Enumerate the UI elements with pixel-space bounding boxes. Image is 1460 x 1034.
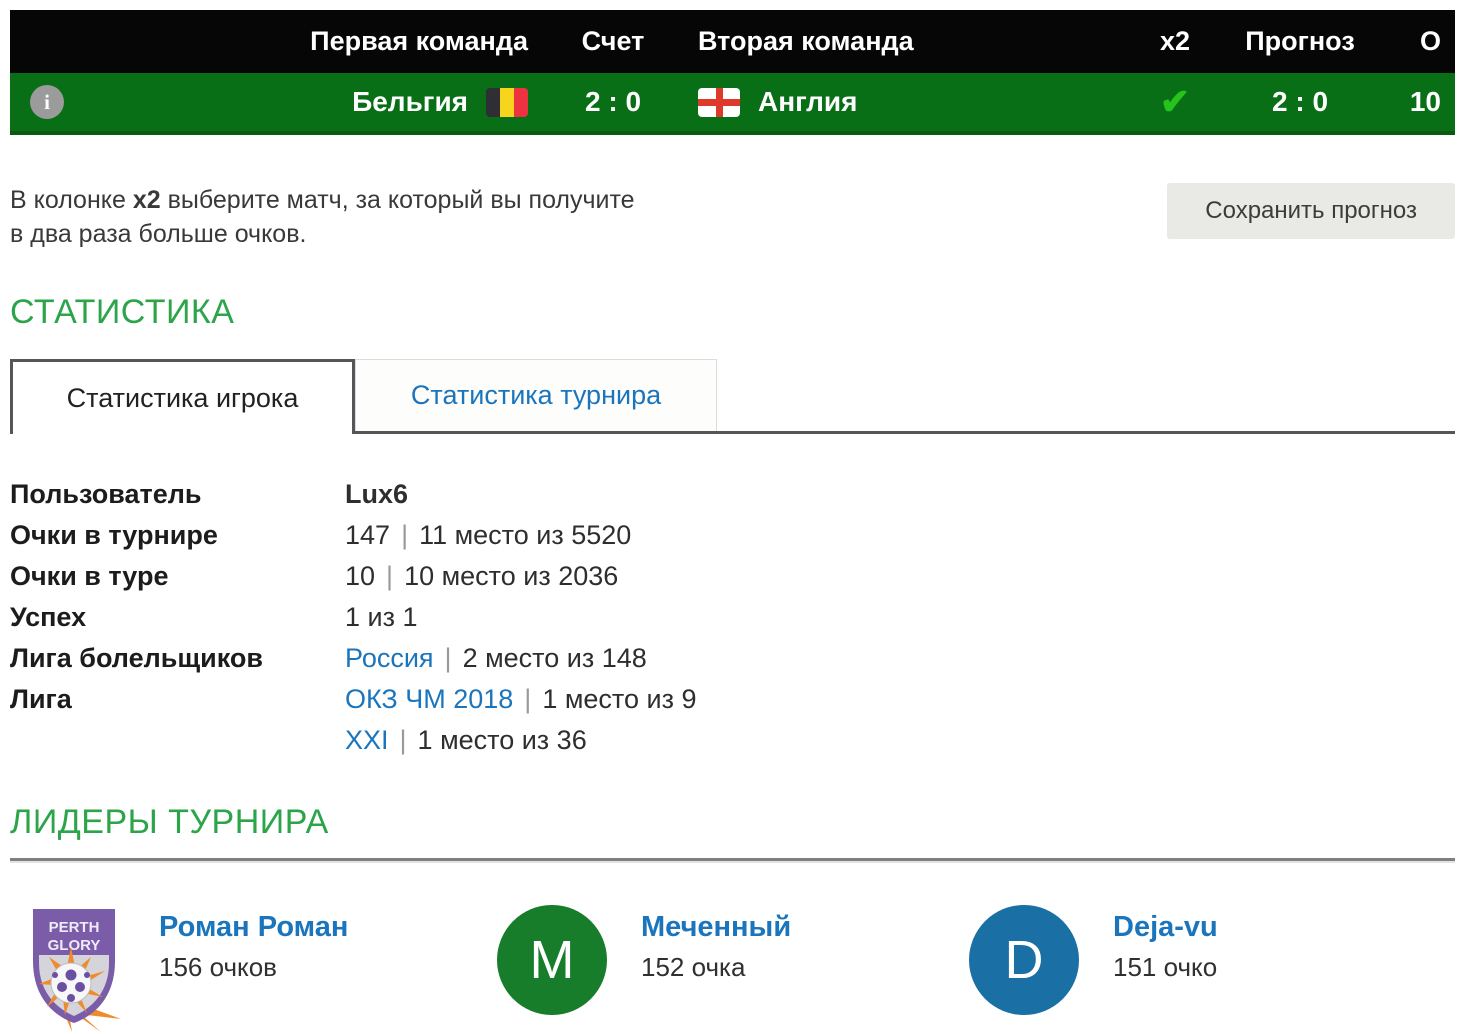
leader-avatar-letter[interactable]: M	[497, 905, 607, 1015]
leader-name-link[interactable]: Deja-vu	[1113, 911, 1218, 944]
hint-line-2: в два раза больше очков.	[10, 220, 307, 248]
leaders-title: ЛИДЕРЫ ТУРНИРА	[10, 803, 329, 841]
separator: |	[386, 561, 394, 591]
header-forecast: Прогноз	[1245, 26, 1355, 56]
england-flag-icon	[698, 87, 740, 117]
leader-item-1: PERTH GLORY Роман Роман 156 очков	[25, 905, 497, 1033]
header-points: О	[1419, 26, 1441, 56]
stat-detail: 1 место из 9	[542, 684, 697, 714]
league-link-2[interactable]: XXI	[345, 725, 389, 755]
stat-value: 147	[345, 520, 391, 550]
fan-league-link[interactable]: Россия	[345, 643, 434, 673]
separator: |	[401, 520, 409, 550]
leader-name-link[interactable]: Меченный	[641, 911, 791, 944]
hint-row: В колонке x2 выберите матч, за который в…	[10, 183, 1455, 251]
leader-points: 156 очков	[159, 952, 277, 982]
header-second-team: Вторая команда	[698, 26, 914, 56]
crest-text-line2: GLORY	[48, 937, 101, 954]
stat-label: Успех	[10, 602, 87, 632]
info-icon[interactable]: i	[30, 85, 64, 119]
player-statistics-list: Пользователь Lux6 Очки в турнире 147 | 11 …	[10, 474, 1455, 761]
forecast-value: 2 : 0	[1271, 86, 1329, 117]
belgium-flag-icon	[486, 87, 528, 117]
separator: |	[399, 725, 407, 755]
leader-item-2: M Меченный 152 очка	[497, 905, 969, 1033]
stat-detail: 10 место из 2036	[404, 561, 619, 591]
save-forecast-button[interactable]: Сохранить прогноз	[1167, 183, 1455, 239]
stat-label: Пользователь	[10, 479, 202, 509]
header-first-team: Первая команда	[310, 26, 528, 56]
statistics-title: СТАТИСТИКА	[10, 293, 235, 331]
hint-line1-post: выберите матч, за который вы получите	[160, 186, 635, 214]
match-score: 2 : 0	[584, 86, 642, 117]
stat-row-round-points: Очки в туре 10 | 10 место из 2036	[10, 556, 1455, 597]
hint-line-1: В колонке x2 выберите матч, за который в…	[10, 183, 635, 217]
leader-points: 152 очка	[641, 952, 746, 982]
stat-value: 10	[345, 561, 376, 591]
perth-glory-crest-logo[interactable]: PERTH GLORY	[25, 905, 125, 1033]
hint-line1-pre: В колонке	[10, 186, 133, 214]
stat-value: 1 из 1	[345, 602, 418, 632]
stat-row-league: Лига ОКЗ ЧМ 2018 | 1 место из 9 XXI | 1 мест…	[10, 679, 1455, 761]
leader-points: 151 очко	[1113, 952, 1218, 982]
stat-detail: 2 место из 148	[462, 643, 647, 673]
tab-player-statistics[interactable]: Статистика игрока	[10, 359, 355, 434]
match-row: i Бельгия 2 : 0 Англия ✔ 2 : 0 10	[10, 73, 1455, 135]
stat-label: Очки в турнире	[10, 520, 218, 550]
x2-hint-text: В колонке x2 выберите матч, за который в…	[10, 183, 635, 251]
leader-name-link[interactable]: Роман Роман	[159, 911, 348, 944]
stat-label: Очки в туре	[10, 561, 169, 591]
stat-row-user: Пользователь Lux6	[10, 474, 1455, 515]
username-value: Lux6	[345, 479, 409, 509]
header-x2: x2	[1159, 26, 1191, 56]
hint-x2-bold: x2	[132, 186, 161, 214]
stat-row-fan-league: Лига болельщиков Россия | 2 место из 148	[10, 638, 1455, 679]
match-table-header: Первая команда Счет Вторая команда x2 Пр…	[10, 10, 1455, 73]
stat-row-tournament-points: Очки в турнире 147 | 11 место из 5520	[10, 515, 1455, 556]
league-line-2: XXI | 1 место из 36	[345, 720, 696, 761]
tournament-leaders: PERTH GLORY Роман Роман 156 очков M Мече…	[10, 905, 1455, 1033]
separator: |	[524, 684, 532, 714]
leader-item-3: D Deja-vu 151 очко	[969, 905, 1441, 1033]
section-divider	[10, 858, 1455, 861]
first-team-name: Бельгия	[352, 86, 468, 117]
forecast-page: Первая команда Счет Вторая команда x2 Пр…	[0, 0, 1460, 1033]
crest-text-line1: PERTH	[49, 919, 100, 936]
league-link-1[interactable]: ОКЗ ЧМ 2018	[345, 684, 513, 714]
stat-detail: 1 место из 36	[417, 725, 587, 755]
stat-row-success: Успех 1 из 1	[10, 597, 1455, 638]
separator: |	[444, 643, 452, 673]
points-value: 10	[1409, 86, 1441, 117]
stat-detail: 11 место из 5520	[419, 520, 632, 550]
header-score: Счет	[581, 26, 645, 56]
tab-tournament-statistics[interactable]: Статистика турнира	[355, 359, 717, 431]
stat-label: Лига болельщиков	[10, 643, 263, 673]
stat-label: Лига	[10, 684, 72, 714]
league-line-1: ОКЗ ЧМ 2018 | 1 место из 9	[345, 679, 696, 720]
leader-avatar-letter[interactable]: D	[969, 905, 1079, 1015]
statistics-tabs: Статистика игрока Статистика турнира	[10, 359, 1455, 434]
second-team-name: Англия	[758, 86, 858, 117]
x2-checkmark-icon[interactable]: ✔	[1160, 84, 1190, 120]
